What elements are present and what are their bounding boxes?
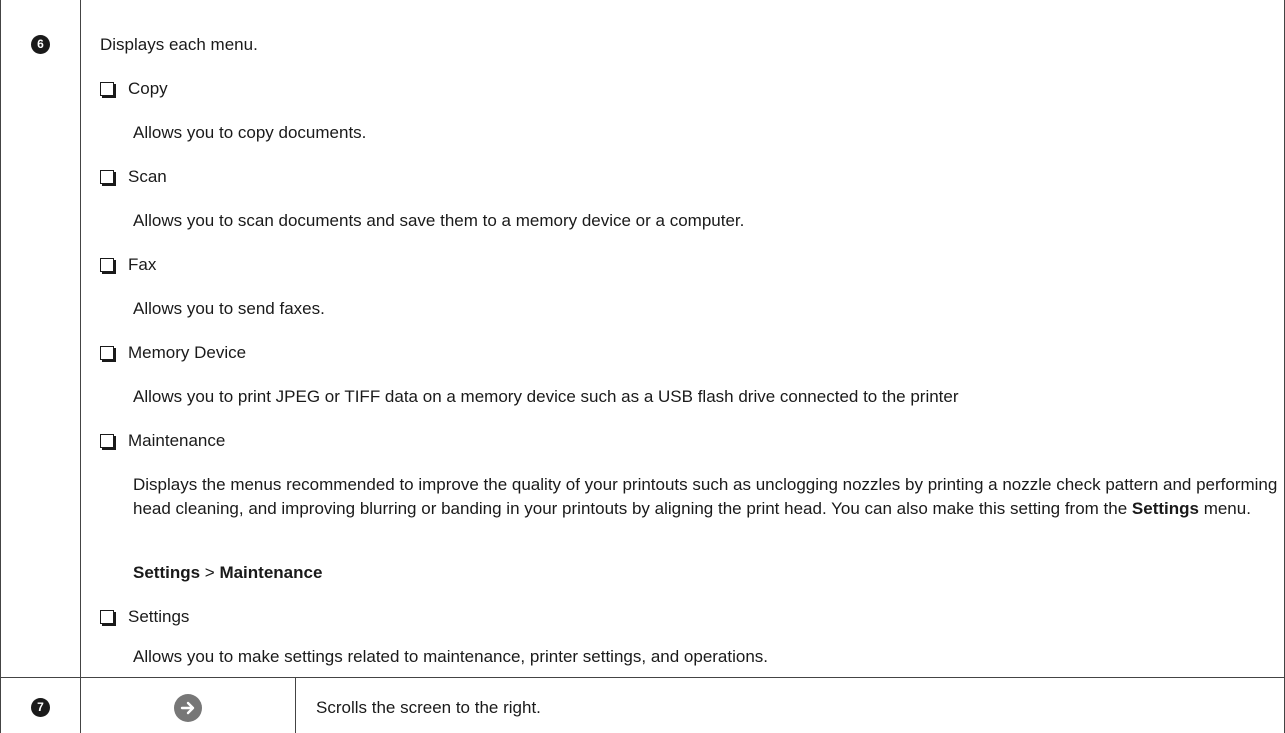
checkbox-bullet-icon — [100, 434, 114, 448]
description-text: Displays the menus recommended to improv… — [133, 475, 1278, 518]
checkbox-bullet-icon — [100, 258, 114, 272]
row-number-badge: 7 — [31, 698, 50, 717]
list-item-description: Allows you to print JPEG or TIFF data on… — [133, 387, 959, 406]
settings-menu-reference: Settings — [1131, 499, 1199, 518]
list-item-maintenance: Maintenance — [100, 429, 225, 453]
table-subcolumn-divider — [295, 677, 296, 733]
menu-path-maintenance: Maintenance — [219, 563, 323, 582]
row-number-badge: 6 — [31, 35, 50, 54]
list-item-description: Allows you to scan documents and save th… — [133, 211, 745, 230]
list-item-title: Maintenance — [128, 431, 226, 450]
list-item-scan: Scan — [100, 165, 167, 189]
list-item-title: Scan — [128, 167, 167, 186]
menu-path-settings: Settings — [133, 563, 201, 582]
list-item-description: Displays the menus recommended to improv… — [133, 473, 1283, 521]
menu-intro-text: Displays each menu. — [100, 35, 258, 54]
list-item-title: Settings — [128, 607, 190, 626]
menu-path: Settings > Maintenance — [133, 561, 322, 585]
checkbox-bullet-icon — [100, 170, 114, 184]
table-column-divider — [80, 0, 81, 733]
list-item-copy: Copy — [100, 77, 168, 101]
list-item-fax: Fax — [100, 253, 156, 277]
list-item-description: Allows you to send faxes. — [133, 299, 325, 318]
checkbox-bullet-icon — [100, 346, 114, 360]
list-item-memory-device: Memory Device — [100, 341, 246, 365]
table-row-divider — [0, 677, 1285, 678]
table-border-left — [0, 0, 1, 733]
scroll-right-description: Scrolls the screen to the right. — [316, 698, 541, 717]
description-text-end: menu. — [1198, 499, 1251, 518]
list-item-title: Copy — [128, 79, 168, 98]
menu-path-separator: > — [200, 563, 220, 582]
checkbox-bullet-icon — [100, 610, 114, 624]
list-item-settings: Settings — [100, 605, 189, 629]
list-item-title: Memory Device — [128, 343, 247, 362]
list-item-description: Allows you to make settings related to m… — [133, 647, 769, 666]
list-item-description: Allows you to copy documents. — [133, 123, 367, 142]
list-item-title: Fax — [128, 255, 157, 274]
checkbox-bullet-icon — [100, 82, 114, 96]
arrow-right-circle-icon — [174, 694, 202, 722]
